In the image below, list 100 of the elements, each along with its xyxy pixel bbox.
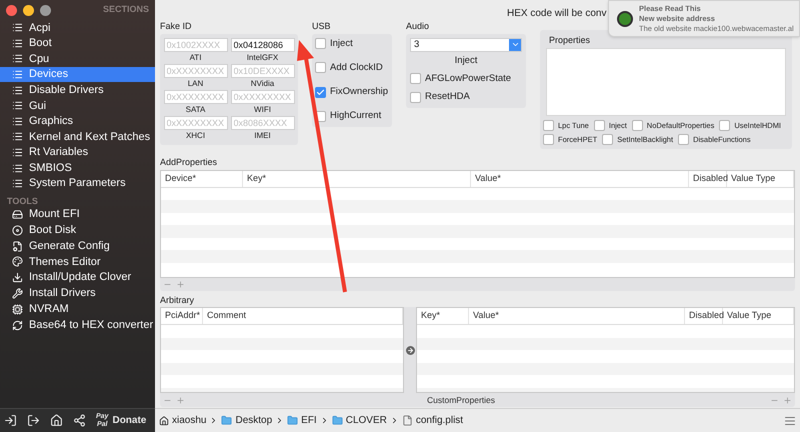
- tool-item[interactable]: Install Drivers: [0, 286, 155, 302]
- field-label: IMEI: [254, 130, 271, 140]
- sidebar-item[interactable]: Graphics: [0, 114, 155, 130]
- tool-item[interactable]: NVRAM: [0, 301, 155, 318]
- folder-icon: [332, 415, 343, 426]
- group-title: Fake ID: [160, 20, 193, 33]
- id-input-field[interactable]: 0x8086XXXX: [230, 116, 294, 130]
- checkbox-label: AFGLowPowerState: [425, 72, 512, 86]
- arrow-button[interactable]: [406, 346, 414, 354]
- sidebar-item[interactable]: Devices: [0, 66, 155, 82]
- field-label: NVidia: [250, 78, 274, 88]
- sidebar-item[interactable]: Acpi: [0, 20, 155, 36]
- checkbox-label: ResetHDA: [425, 90, 470, 104]
- checkbox[interactable]: [315, 38, 326, 50]
- id-input-field[interactable]: 0xXXXXXXXX: [164, 64, 228, 78]
- table-caption: CustomProperties: [427, 394, 496, 406]
- sidebar-item[interactable]: Disable Drivers: [0, 82, 155, 98]
- group-title: USB: [312, 20, 332, 33]
- checkbox[interactable]: [543, 134, 554, 145]
- group-title: Arbitrary: [160, 294, 196, 307]
- list-icon: [12, 84, 23, 96]
- checkbox-label: Add ClockID: [330, 60, 383, 75]
- column-header[interactable]: Comment: [203, 308, 403, 324]
- path-item[interactable]: config.plist: [416, 413, 464, 428]
- wrench-icon: [12, 288, 23, 299]
- header-text: HEX code will be conv: [507, 7, 606, 18]
- id-input-field[interactable]: 0x10DEXXXX: [230, 64, 294, 78]
- tool-item[interactable]: Themes Editor: [0, 254, 155, 270]
- tool-item[interactable]: Generate Config: [0, 238, 155, 254]
- add-icon[interactable]: [783, 396, 792, 404]
- sidebar-item[interactable]: SMBIOS: [0, 160, 155, 176]
- drive-icon: [12, 208, 23, 220]
- field-label: SATA: [186, 104, 206, 114]
- column-header[interactable]: Value Type: [727, 170, 794, 186]
- group-title: Audio: [406, 20, 430, 33]
- field-label: WIFI: [254, 104, 271, 114]
- path-item[interactable]: Desktop: [235, 413, 272, 428]
- checkbox[interactable]: [410, 92, 421, 103]
- checkbox[interactable]: [315, 62, 326, 74]
- column-header[interactable]: Key*: [243, 170, 471, 186]
- id-input-field[interactable]: 0xXXXXXXXX: [164, 116, 228, 130]
- properties-text-area[interactable]: [546, 48, 786, 116]
- audio-combo-box[interactable]: 3: [410, 38, 522, 52]
- menu-icon[interactable]: [784, 414, 796, 426]
- column-header[interactable]: Value*: [469, 308, 685, 324]
- sidebar-item[interactable]: Rt Variables: [0, 144, 155, 160]
- column-header[interactable]: PciAddr*: [161, 308, 203, 324]
- checkbox[interactable]: [632, 120, 643, 131]
- sidebar-item[interactable]: Cpu: [0, 51, 155, 67]
- list-icon: [12, 162, 23, 174]
- checkbox[interactable]: [410, 73, 421, 84]
- folder-icon: [287, 415, 298, 426]
- tool-item[interactable]: Boot Disk: [0, 222, 155, 238]
- field-label: ATI: [190, 52, 202, 62]
- chip-icon: [12, 304, 23, 315]
- sidebar-item[interactable]: Boot: [0, 36, 155, 52]
- field-label: LAN: [188, 78, 204, 88]
- folder-icon: [221, 415, 232, 426]
- sidebar-item[interactable]: Gui: [0, 98, 155, 114]
- sidebar-item[interactable]: Kernel and Kext Patches: [0, 129, 155, 145]
- column-header[interactable]: Value*: [471, 170, 689, 186]
- sidebar-item[interactable]: System Parameters: [0, 176, 155, 192]
- id-input-field[interactable]: 0xXXXXXXXX: [230, 90, 294, 104]
- checkbox[interactable]: [678, 134, 690, 145]
- home-icon: [159, 416, 169, 426]
- path-item[interactable]: CLOVER: [346, 413, 387, 428]
- sidebar-heading: TOOLS: [6, 194, 39, 207]
- home-icon[interactable]: [50, 414, 63, 427]
- checkbox[interactable]: [719, 120, 730, 131]
- column-header[interactable]: Key*: [417, 308, 469, 324]
- checkbox-label: FixOwnership: [330, 85, 388, 99]
- list-icon: [12, 131, 23, 142]
- column-header[interactable]: Device*: [161, 170, 243, 186]
- column-header[interactable]: Disabled: [689, 170, 727, 186]
- checkbox[interactable]: [543, 120, 554, 131]
- tool-item[interactable]: Mount EFI: [0, 206, 155, 222]
- app-logo-icon: [617, 10, 633, 26]
- add-icon[interactable]: [176, 280, 185, 288]
- checkbox-label: HighCurrent: [330, 109, 382, 124]
- column-header[interactable]: Disabled: [685, 308, 723, 324]
- checkbox[interactable]: [594, 120, 605, 131]
- export-icon[interactable]: [27, 414, 40, 427]
- checkbox[interactable]: [602, 134, 614, 145]
- list-icon: [12, 100, 23, 112]
- path-item[interactable]: xiaoshu: [172, 413, 206, 428]
- share-icon[interactable]: [73, 414, 86, 427]
- path-item[interactable]: EFI: [301, 413, 317, 428]
- checkbox[interactable]: [315, 86, 326, 98]
- id-input-field[interactable]: 0xXXXXXXXX: [164, 90, 228, 104]
- add-icon[interactable]: [176, 396, 185, 404]
- column-header[interactable]: Value Type: [723, 308, 794, 324]
- group-title: Properties: [549, 34, 592, 47]
- list-icon: [12, 38, 23, 49]
- id-input-field[interactable]: 0x04128086: [230, 38, 294, 52]
- tool-item[interactable]: Install/Update Clover: [0, 270, 155, 286]
- list-icon: [12, 147, 23, 158]
- download-icon: [12, 272, 23, 284]
- tool-item[interactable]: Base64 to HEX converter: [0, 317, 155, 333]
- id-input-field[interactable]: 0x1002XXXX: [164, 38, 228, 52]
- import-icon[interactable]: [4, 414, 17, 427]
